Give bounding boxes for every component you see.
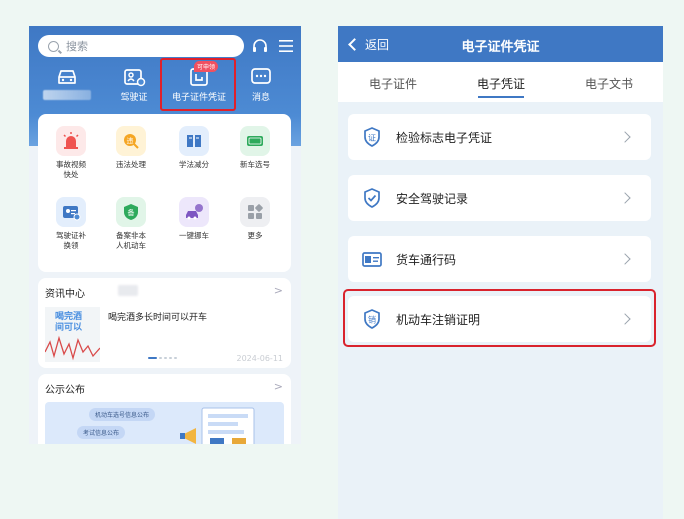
more-icon	[240, 197, 270, 227]
list-item-label: 货车通行码	[396, 252, 457, 267]
megaphone-illustration	[180, 407, 255, 444]
list-item-label: 检验标志电子凭证	[396, 130, 493, 145]
notice-banner[interactable]: 机动车选号信息公布 考试信息公布	[45, 402, 284, 444]
license-icon	[124, 69, 146, 87]
shield-check-icon	[360, 186, 384, 210]
chevron-right-icon[interactable]: >	[274, 380, 283, 393]
car-icon	[58, 70, 76, 84]
list-item-truck-pass-code[interactable]: 货车通行码	[348, 236, 651, 282]
list-item-safe-driving-record[interactable]: 安全驾驶记录	[348, 175, 651, 221]
pass-card-icon	[360, 247, 384, 271]
highlight-box	[343, 289, 656, 347]
nav-bar: 返回 电子证件凭证	[338, 26, 663, 62]
menu-icon[interactable]	[277, 37, 295, 55]
inspection-badge-icon: 证	[360, 125, 384, 149]
active-tab-indicator	[478, 96, 524, 98]
service-label: 驾驶证补 换领	[56, 231, 86, 250]
record-icon: 备	[116, 197, 146, 227]
tab-e-voucher[interactable]: 电子凭证	[477, 75, 525, 92]
service-record-vehicle[interactable]: 备 备案非本 人机动车	[101, 197, 161, 251]
news-headline[interactable]: 喝完酒多长时间可以开车	[108, 310, 207, 323]
search-placeholder: 搜索	[66, 40, 88, 53]
service-grid: 事故视频 快处 违 违法处理 学法减分 新车选号 驾驶证补 换领 备 备案非本 …	[38, 114, 291, 272]
tile-label: 消息	[251, 93, 270, 103]
id-card-icon	[56, 197, 86, 227]
tile-label: 驾驶证	[120, 93, 148, 103]
page-title: 电子证件凭证	[461, 40, 540, 55]
apply-badge: 可申领	[194, 61, 219, 72]
service-label: 备案非本 人机动车	[116, 231, 146, 250]
news-thumbnail[interactable]: 喝完酒 间可以	[45, 307, 100, 362]
service-new-plate[interactable]: 新车选号	[225, 126, 285, 170]
service-label: 违法处理	[116, 160, 146, 169]
news-center-card[interactable]: 资讯中心 > 喝完酒 间可以 喝完酒多长时间可以开车 2024-06-11	[38, 278, 291, 368]
service-more[interactable]: 更多	[225, 197, 285, 241]
svg-text:证: 证	[368, 134, 376, 143]
news-date: 2024-06-11	[236, 354, 284, 363]
chevron-right-icon	[619, 253, 631, 265]
news-center-title: 资讯中心	[45, 289, 85, 300]
list-item-label: 安全驾驶记录	[396, 191, 469, 206]
service-label: 事故视频 快处	[56, 160, 86, 179]
notice-title: 公示公布	[45, 385, 85, 396]
vehicle-blurred-label	[43, 90, 91, 100]
tab-bar: 电子证件 电子凭证 电子文书	[338, 62, 663, 102]
left-phone-screen: 搜索 驾驶证 电子证件凭证 消息 可申领 事故视频 快处 违 违法处理 学法减分…	[29, 26, 301, 444]
carousel-dots	[148, 357, 177, 359]
book-icon	[179, 126, 209, 156]
notice-pill: 机动车选号信息公布	[89, 408, 156, 421]
svg-text:备: 备	[128, 208, 135, 217]
search-input[interactable]: 搜索	[38, 35, 244, 57]
violation-icon: 违	[116, 126, 146, 156]
news-blurred-tag	[118, 285, 138, 296]
tile-driver-license[interactable]: 驾驶证	[104, 62, 164, 110]
right-phone-screen: 返回 电子证件凭证 电子证件 电子凭证 电子文书 证 检验标志电子凭证 安全驾驶…	[338, 26, 663, 519]
service-label: 学法减分	[179, 160, 209, 169]
tile-messages[interactable]: 消息	[231, 62, 291, 110]
chevron-right-icon[interactable]: >	[274, 284, 283, 297]
search-icon	[48, 40, 59, 52]
headset-icon[interactable]	[251, 37, 269, 55]
news-thumbnail-text: 喝完酒 间可以	[55, 312, 83, 333]
chevron-right-icon	[619, 131, 631, 143]
wave-graphic	[45, 335, 100, 361]
tile-vehicle[interactable]	[37, 62, 97, 110]
list-item-inspection-voucher[interactable]: 证 检验标志电子凭证	[348, 114, 651, 160]
message-icon	[251, 68, 271, 84]
notice-pill: 考试信息公布	[77, 426, 126, 439]
service-move-car[interactable]: 一键挪车	[164, 197, 224, 241]
notice-card[interactable]: 公示公布 > 机动车选号信息公布 考试信息公布	[38, 374, 291, 444]
tab-e-certificate[interactable]: 电子证件	[369, 75, 417, 92]
tab-e-document[interactable]: 电子文书	[585, 75, 633, 92]
move-car-icon	[179, 197, 209, 227]
service-study-points[interactable]: 学法减分	[164, 126, 224, 170]
service-violation[interactable]: 违 违法处理	[101, 126, 161, 170]
service-license-renew[interactable]: 驾驶证补 换领	[41, 197, 101, 251]
alarm-icon	[56, 126, 86, 156]
new-plate-icon	[240, 126, 270, 156]
service-label: 新车选号	[240, 160, 270, 169]
service-label: 一键挪车	[179, 231, 209, 240]
chevron-right-icon	[619, 192, 631, 204]
svg-text:违: 违	[127, 137, 134, 145]
service-accident-video[interactable]: 事故视频 快处	[41, 126, 101, 180]
service-label: 更多	[247, 231, 263, 240]
